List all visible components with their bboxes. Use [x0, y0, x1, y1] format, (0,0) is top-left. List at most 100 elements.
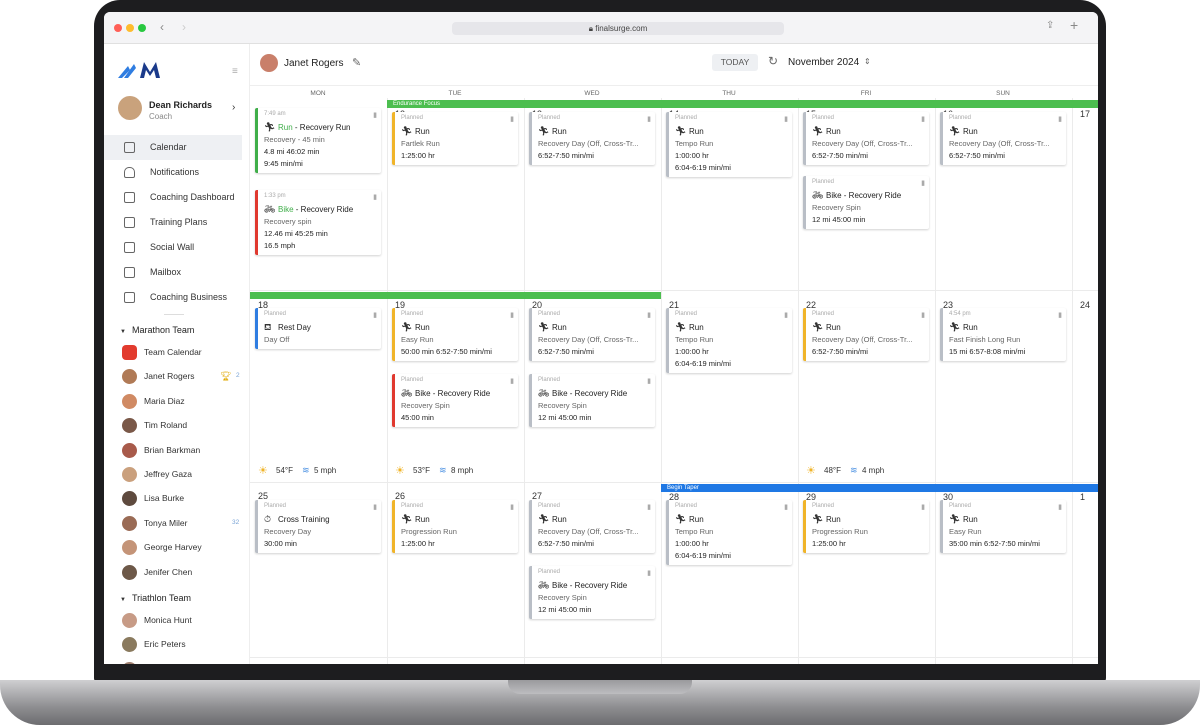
nav-item-notifications[interactable]: Notifications: [104, 160, 242, 185]
date-cell-8[interactable]: 8: [1080, 663, 1085, 664]
stats-icon[interactable]: ▮: [510, 115, 514, 123]
stats-icon[interactable]: ▮: [1058, 311, 1062, 319]
workout-card[interactable]: Planned ▮ 🏃︎ Run Recovery Day (Off, Cross-Tr…: [529, 112, 655, 165]
athlete-avatar[interactable]: [260, 54, 278, 72]
chevron-right-icon[interactable]: ›: [232, 102, 235, 113]
team-member[interactable]: Jenifer Chen: [104, 560, 249, 584]
team-member[interactable]: Donald Lee: [104, 657, 249, 664]
nav-item-mailbox[interactable]: Mailbox: [104, 260, 242, 285]
stats-icon[interactable]: ▮: [373, 111, 377, 119]
workout-card[interactable]: Planned ▮ 🚲︎ Bike - Recovery Ride Recovery S…: [803, 176, 929, 229]
workout-card[interactable]: Planned ▮ 🏃︎ Run Recovery Day (Off, Cross-Tr…: [529, 308, 655, 361]
stats-icon[interactable]: ▮: [510, 311, 514, 319]
stats-icon[interactable]: ▮: [784, 115, 788, 123]
stats-icon[interactable]: ▮: [647, 569, 651, 577]
stats-icon[interactable]: ▮: [373, 193, 377, 201]
team-header-triathlon-team[interactable]: ▼ Triathlon Team: [104, 590, 249, 606]
share-icon[interactable]: ⇪: [1046, 20, 1054, 31]
stats-icon[interactable]: ▮: [647, 503, 651, 511]
today-button[interactable]: TODAY: [712, 54, 758, 71]
stats-icon[interactable]: ▮: [510, 503, 514, 511]
date-cell-1[interactable]: 1: [1080, 492, 1085, 502]
stats-icon[interactable]: ▮: [647, 115, 651, 123]
date-cell-24[interactable]: 24: [1080, 300, 1090, 310]
date-cell-2[interactable]: 2: [258, 663, 263, 664]
new-tab-icon[interactable]: +: [1070, 17, 1078, 33]
final-surge-logo[interactable]: [118, 62, 160, 78]
workout-card[interactable]: 1:33 pm ▮ 🚲︎ Bike - Recovery Ride Recovery s…: [255, 190, 381, 255]
workout-card[interactable]: Planned ▮ 🏃︎ Run Fartlek Run 1:25:00 hr: [392, 112, 518, 165]
team-member[interactable]: Team Calendar: [104, 340, 249, 364]
nav-item-coaching-business[interactable]: Coaching Business: [104, 285, 242, 310]
close-window-icon[interactable]: [114, 24, 122, 32]
menu-collapse-icon[interactable]: ≡: [232, 66, 238, 77]
stats-icon[interactable]: ▮: [373, 503, 377, 511]
month-dropdown-icon[interactable]: ⇕: [864, 57, 871, 66]
workout-card[interactable]: Planned ▮ 🏃︎ Run Recovery Day (Off, Cross-Tr…: [803, 308, 929, 361]
workout-card[interactable]: Planned ▮ 🏃︎ Run Recovery Day (Off, Cross-Tr…: [529, 500, 655, 553]
nav-item-coaching-dashboard[interactable]: Coaching Dashboard: [104, 185, 242, 210]
stats-icon[interactable]: ▮: [921, 503, 925, 511]
team-header-marathon-team[interactable]: ▼ Marathon Team: [104, 322, 249, 338]
stats-icon[interactable]: ▮: [373, 311, 377, 319]
workout-card[interactable]: Planned ▮ 🏃︎ Run Tempo Run 1:00:00 hr 6:04-6:1…: [666, 500, 792, 565]
workout-card[interactable]: Planned ▮ 🏃︎ Run Recovery Day (Off, Cross-Tr…: [803, 112, 929, 165]
nav-item-training-plans[interactable]: Training Plans: [104, 210, 242, 235]
team-member[interactable]: Janet Rogers 🏆︎ 2: [104, 364, 249, 388]
stats-icon[interactable]: ▮: [784, 311, 788, 319]
date-cell-7[interactable]: 7: [943, 663, 948, 664]
minimize-window-icon[interactable]: [126, 24, 134, 32]
team-member[interactable]: Monica Hunt: [104, 608, 249, 632]
nav-item-calendar[interactable]: Calendar: [104, 135, 242, 160]
team-member[interactable]: Lisa Burke: [104, 486, 249, 510]
stats-icon[interactable]: ▮: [510, 377, 514, 385]
address-bar[interactable]: 🔒︎ finalsurge.com: [452, 22, 784, 35]
team-member[interactable]: Jeffrey Gaza: [104, 462, 249, 486]
workout-card[interactable]: Planned ▮ 🏃︎ Run Easy Run 50:00 min 6:52-7:50…: [392, 308, 518, 361]
workout-card[interactable]: Planned ▮ 🏃︎ Run Tempo Run 1:00:00 hr 6:04-6:1…: [666, 112, 792, 177]
stats-icon[interactable]: ▮: [1058, 503, 1062, 511]
stats-icon[interactable]: ▮: [921, 115, 925, 123]
back-icon[interactable]: ‹: [160, 20, 164, 34]
workout-card[interactable]: Planned ▮ 🏃︎ Run Progression Run 1:25:00 hr: [392, 500, 518, 553]
team-member[interactable]: Brian Barkman: [104, 438, 249, 462]
workout-card[interactable]: Planned ▮ 🏃︎ Run Tempo Run 1:00:00 hr 6:04-6:1…: [666, 308, 792, 373]
date-cell-17[interactable]: 17: [1080, 109, 1090, 119]
team-member[interactable]: Tonya Miler 32: [104, 511, 249, 535]
month-label[interactable]: November 2024: [788, 57, 859, 68]
stats-icon[interactable]: ▮: [921, 179, 925, 187]
stats-icon[interactable]: ▮: [647, 377, 651, 385]
refresh-icon[interactable]: ↻: [768, 54, 778, 68]
workout-card[interactable]: Planned ▮ ⏱︎ Cross Training Recovery Day 30:0…: [255, 500, 381, 553]
maximize-window-icon[interactable]: [138, 24, 146, 32]
date-cell-5[interactable]: 5: [669, 663, 674, 664]
date-cell-4[interactable]: 4: [532, 663, 537, 664]
stats-icon[interactable]: ▮: [1058, 115, 1062, 123]
stats-icon[interactable]: ▮: [921, 311, 925, 319]
stats-icon[interactable]: ▮: [647, 311, 651, 319]
date-cell-6[interactable]: 6: [806, 663, 811, 664]
edit-icon[interactable]: ✎: [352, 56, 361, 69]
endurance-focus-band[interactable]: Endurance Focus: [387, 100, 1098, 108]
team-member[interactable]: Eric Peters: [104, 632, 249, 656]
workout-card[interactable]: Planned ▮ 🏃︎ Run Easy Run 35:00 min 6:52-7:50…: [940, 500, 1066, 553]
forward-icon[interactable]: ›: [182, 20, 186, 34]
coach-avatar[interactable]: [118, 96, 142, 120]
team-member[interactable]: George Harvey: [104, 535, 249, 559]
begin-taper-band[interactable]: Begin Taper: [661, 484, 1098, 492]
workout-card[interactable]: Planned ▮ 🚲︎ Bike - Recovery Ride Recovery S…: [392, 374, 518, 427]
nav-item-social-wall[interactable]: Social Wall: [104, 235, 242, 260]
coach-name[interactable]: Dean Richards: [149, 100, 212, 110]
workout-card[interactable]: Planned ▮ 🏃︎ Run Progression Run 1:25:00 hr: [803, 500, 929, 553]
workout-card[interactable]: Planned ▮ 🏃︎ Run Recovery Day (Off, Cross-Tr…: [940, 112, 1066, 165]
date-cell-3[interactable]: 3: [395, 663, 400, 664]
team-member[interactable]: Tim Roland: [104, 413, 249, 437]
workout-card[interactable]: Planned ▮ ⛾ Rest Day Day Off: [255, 308, 381, 349]
endurance-focus-band-continued[interactable]: [250, 292, 661, 299]
stats-icon[interactable]: ▮: [784, 503, 788, 511]
workout-card[interactable]: 7:49 am ▮ 🏃︎ Run - Recovery Run Recovery - 4…: [255, 108, 381, 173]
workout-card[interactable]: 4:54 pm ▮ 🏃︎ Run Fast Finish Long Run 15 mi 6…: [940, 308, 1066, 361]
workout-card[interactable]: Planned ▮ 🚲︎ Bike - Recovery Ride Recovery S…: [529, 566, 655, 619]
workout-card[interactable]: Planned ▮ 🚲︎ Bike - Recovery Ride Recovery S…: [529, 374, 655, 427]
team-member[interactable]: Maria Diaz: [104, 389, 249, 413]
